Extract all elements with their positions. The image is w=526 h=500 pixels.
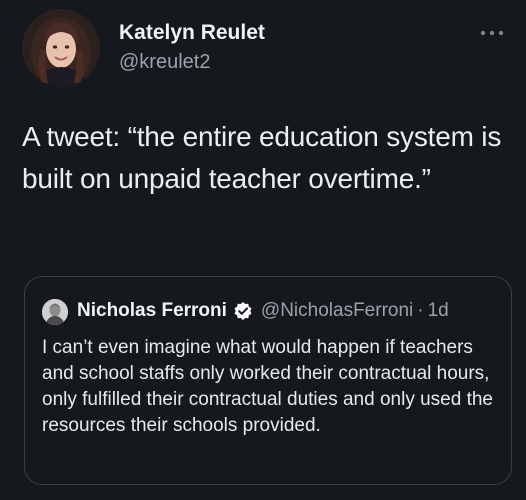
separator-dot: ·: [417, 300, 424, 321]
quoted-tweet-text: I can’t even imagine what would happen i…: [42, 337, 493, 436]
tweet-text: A tweet: “the entire education system is…: [22, 121, 502, 194]
quoted-avatar-photo-icon: [42, 299, 68, 325]
quoted-tweet-timestamp[interactable]: 1d: [428, 300, 449, 322]
verified-badge-icon: [233, 301, 253, 321]
quoted-tweet[interactable]: Nicholas Ferroni @NicholasFerroni · 1d I…: [24, 276, 512, 485]
quoted-tweet-header: Nicholas Ferroni @NicholasFerroni · 1d: [77, 300, 449, 322]
more-horizontal-icon[interactable]: [478, 25, 506, 36]
tweet: Katelyn Reulet @kreulet2 A tweet: “the e…: [0, 0, 526, 500]
quoted-author-handle[interactable]: @NicholasFerroni: [261, 300, 413, 322]
quoted-author-display-name[interactable]: Nicholas Ferroni: [77, 300, 227, 322]
author-display-name[interactable]: Katelyn Reulet: [119, 21, 265, 45]
quoted-author-avatar[interactable]: [42, 299, 68, 325]
author-avatar[interactable]: [22, 9, 100, 87]
author-handle[interactable]: @kreulet2: [119, 51, 210, 74]
avatar-photo-icon: [22, 9, 100, 87]
